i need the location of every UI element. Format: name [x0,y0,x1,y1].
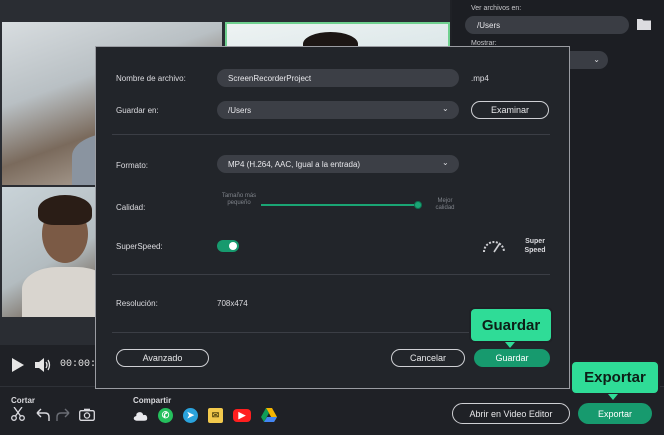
redo-icon[interactable] [55,407,71,421]
cut-label: Cortar [11,396,36,405]
divider [112,134,550,135]
chevron-down-icon: ⌄ [442,104,449,113]
format-select[interactable]: MP4 (H.264, AAC, Igual a la entrada) ⌄ [217,155,459,173]
google-drive-icon[interactable] [261,408,277,422]
superspeed-toggle[interactable] [217,240,239,252]
chevron-down-icon: ⌄ [593,55,600,64]
save-button[interactable]: Guardar [474,349,550,367]
undo-icon[interactable] [35,407,51,421]
save-in-label: Guardar en: [116,106,159,115]
browse-button[interactable]: Examinar [471,101,549,119]
format-value: MP4 (H.264, AAC, Igual a la entrada) [228,159,361,169]
speedometer-icon [483,241,505,253]
save-in-value: /Users [228,105,252,115]
quality-label: Calidad: [116,203,146,212]
format-label: Formato: [116,161,149,170]
telegram-icon[interactable]: ➤ [183,408,198,423]
save-tooltip-pointer [505,342,515,348]
quality-slider-knob[interactable] [414,201,422,209]
quality-slider-track[interactable] [261,204,421,206]
export-tooltip-text: Exportar [584,369,646,386]
toggle-knob [229,242,237,250]
youtube-icon[interactable]: ▶ [233,409,251,422]
chevron-down-icon: ⌄ [442,158,449,167]
divider [112,274,550,275]
folder-icon[interactable] [637,18,651,30]
camera-icon[interactable] [79,408,95,421]
bottom-toolbar: Cortar Compartir ✆ ➤ ✉ ▶ Abrir en Video … [0,386,664,435]
email-icon[interactable]: ✉ [208,408,223,423]
advanced-button[interactable]: Avanzado [116,349,209,367]
screen-recorder-export-window: 00:00:0 Ver archivos en: /Users Mostrar:… [0,0,664,435]
filename-label: Nombre de archivo: [116,74,186,83]
open-in-video-editor-button[interactable]: Abrir en Video Editor [452,403,570,424]
play-icon[interactable] [12,358,24,372]
scissors-icon[interactable] [11,407,25,421]
volume-icon[interactable] [35,358,51,372]
export-button[interactable]: Exportar [578,403,652,424]
player-controls: 00:00:0 [0,348,102,384]
export-tooltip: Exportar [570,360,660,395]
view-files-path-value: /Users [477,20,501,30]
view-files-label: Ver archivos en: [471,5,522,12]
quality-min-label: Tamaño más pequeño [221,193,257,206]
filename-input[interactable]: ScreenRecorderProject [217,69,459,87]
cloud-share-icon[interactable] [133,408,148,423]
export-tooltip-pointer [608,394,618,400]
save-tooltip: Guardar [469,307,553,343]
resolution-label: Resolución: [116,299,158,308]
filename-extension: .mp4 [471,74,489,83]
cancel-button[interactable]: Cancelar [391,349,465,367]
share-label: Compartir [133,396,172,405]
participant-hair [38,195,92,225]
whatsapp-icon[interactable]: ✆ [158,408,173,423]
superspeed-badge: Super Speed [524,238,546,254]
resolution-value: 708x474 [217,299,248,308]
filename-value: ScreenRecorderProject [228,73,312,83]
quality-max-label: Mejor calidad [435,198,455,211]
view-files-path-field[interactable]: /Users [465,16,629,34]
save-tooltip-text: Guardar [481,316,541,334]
save-in-select[interactable]: /Users ⌄ [217,101,459,119]
superspeed-label: SuperSpeed: [116,242,163,251]
